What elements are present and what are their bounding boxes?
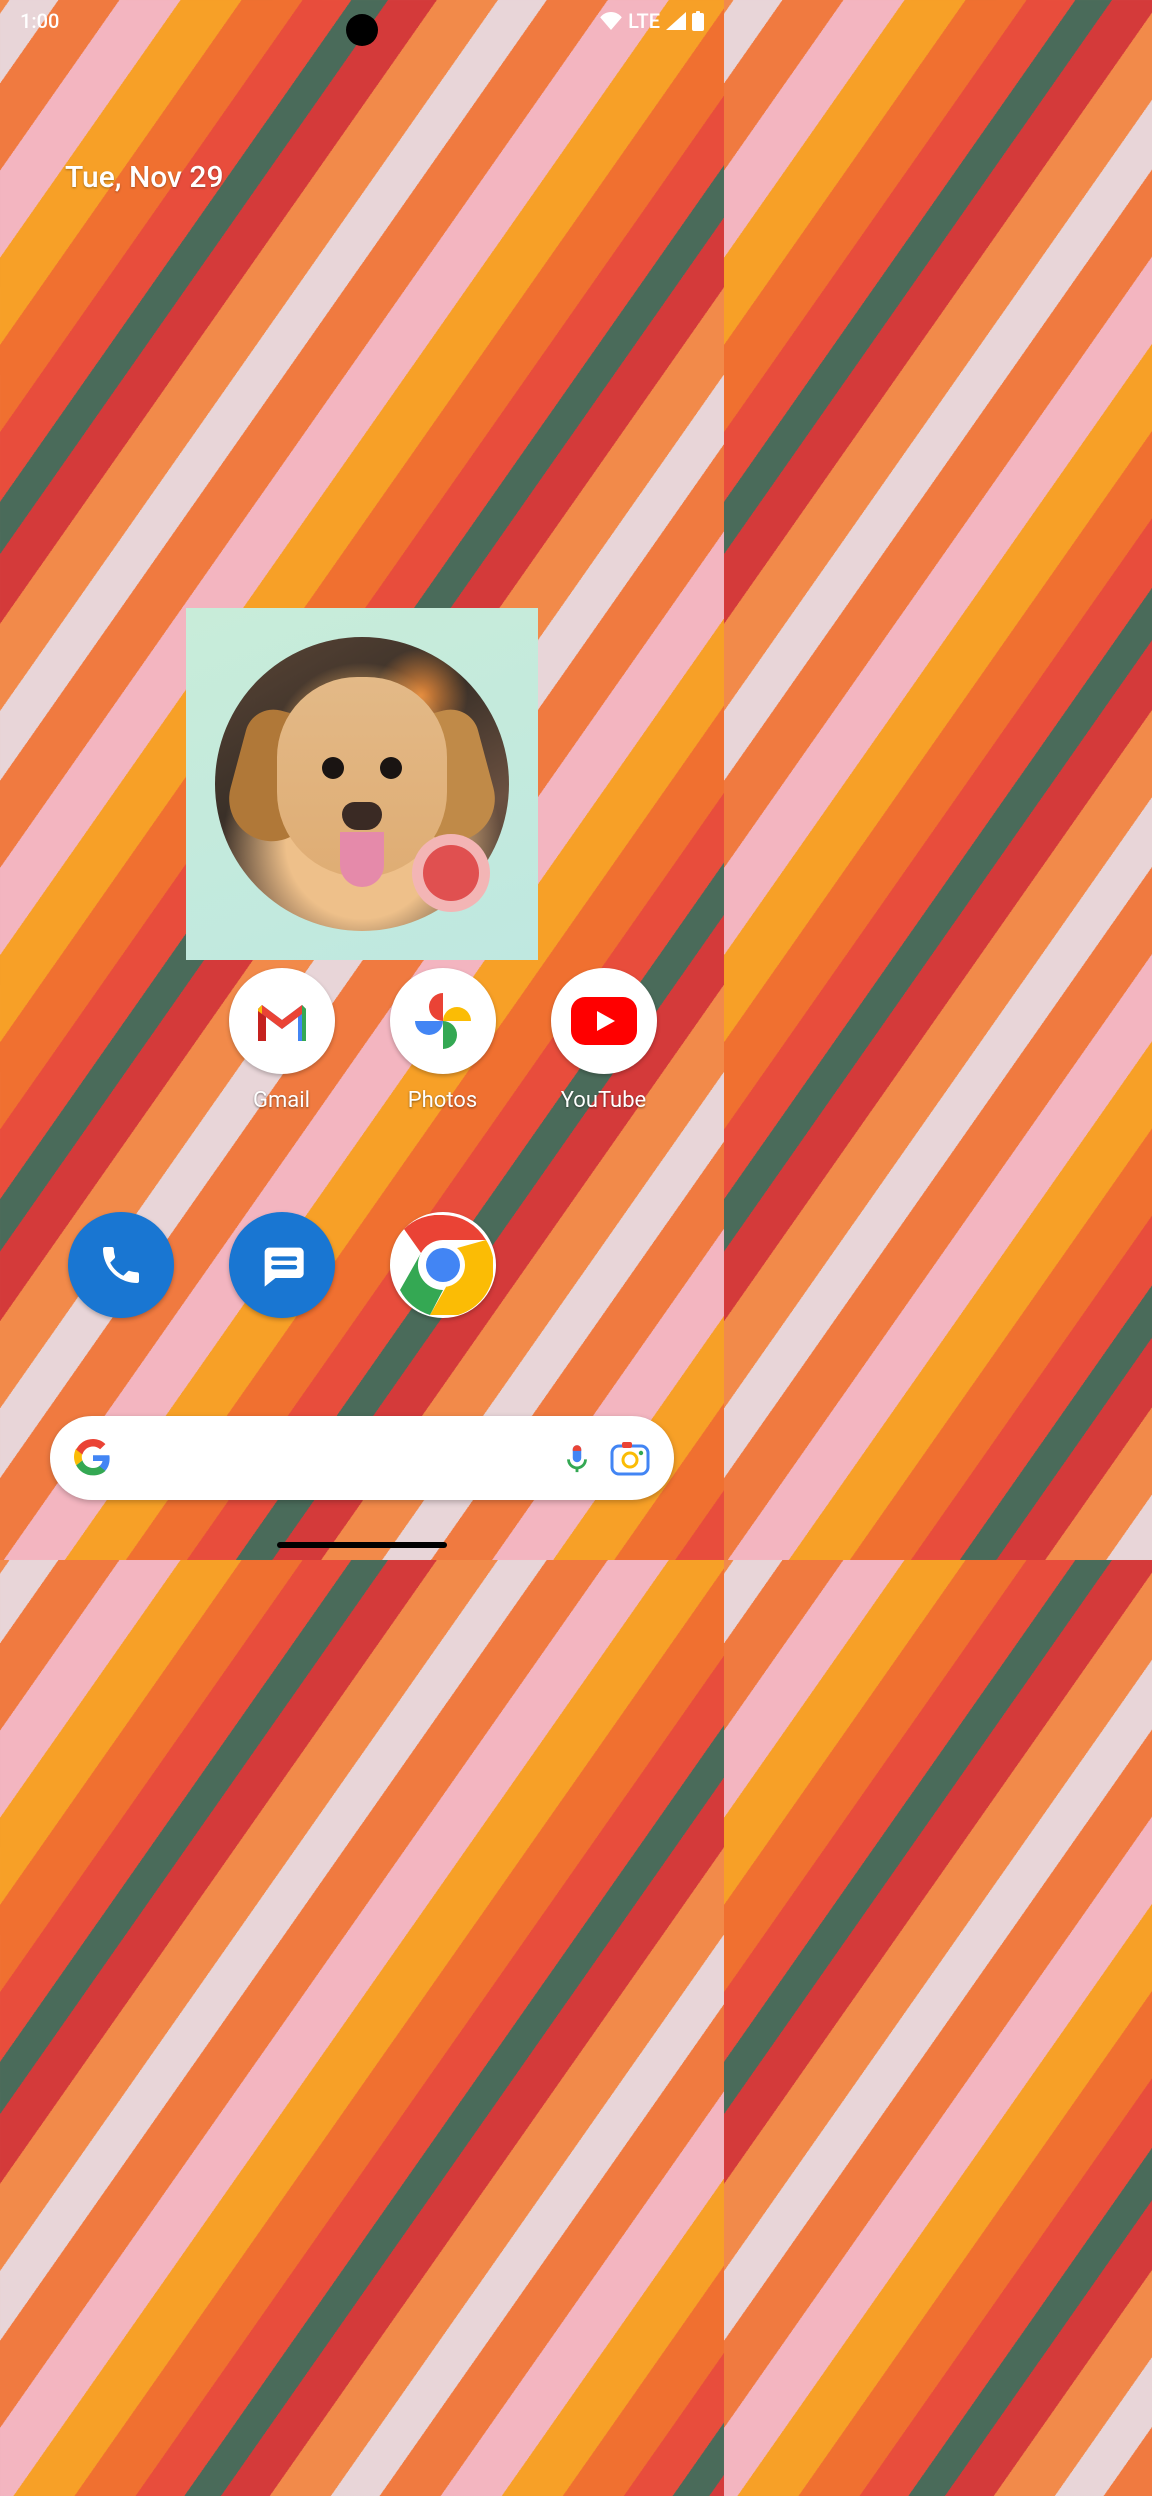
app-photos[interactable]: Photos <box>383 968 503 1113</box>
status-bar: 1:00 LTE <box>0 0 724 42</box>
dock-chrome[interactable] <box>390 1212 496 1318</box>
date-text: Tue, Nov 29 <box>65 160 224 195</box>
contact-widget[interactable] <box>186 608 538 960</box>
signal-icon <box>666 12 686 30</box>
youtube-icon <box>551 968 657 1074</box>
wifi-icon <box>600 12 622 30</box>
photos-icon <box>390 968 496 1074</box>
mic-icon[interactable] <box>560 1441 594 1475</box>
dock-phone[interactable] <box>68 1212 174 1318</box>
chrome-icon <box>393 1215 493 1315</box>
search-bar[interactable] <box>50 1416 674 1500</box>
status-right: LTE <box>600 9 704 33</box>
contact-action-badge[interactable] <box>412 834 490 912</box>
status-time: 1:00 <box>20 9 59 33</box>
gmail-icon <box>229 968 335 1074</box>
app-row: Gmail Photos YouTube <box>0 968 724 1113</box>
dock <box>0 1212 724 1318</box>
app-label: Photos <box>408 1088 477 1113</box>
app-label: YouTube <box>561 1088 646 1113</box>
date-widget[interactable]: Tue, Nov 29 <box>65 160 224 195</box>
app-label: Gmail <box>253 1088 310 1113</box>
battery-icon <box>692 11 704 31</box>
app-youtube[interactable]: YouTube <box>544 968 664 1113</box>
network-label: LTE <box>628 9 660 33</box>
messages-icon <box>256 1239 308 1291</box>
phone-icon <box>97 1241 145 1289</box>
camera-lens-icon[interactable] <box>610 1440 650 1476</box>
nav-handle[interactable] <box>277 1542 447 1548</box>
dock-messages[interactable] <box>229 1212 335 1318</box>
app-gmail[interactable]: Gmail <box>222 968 342 1113</box>
google-logo-icon <box>74 1439 112 1477</box>
